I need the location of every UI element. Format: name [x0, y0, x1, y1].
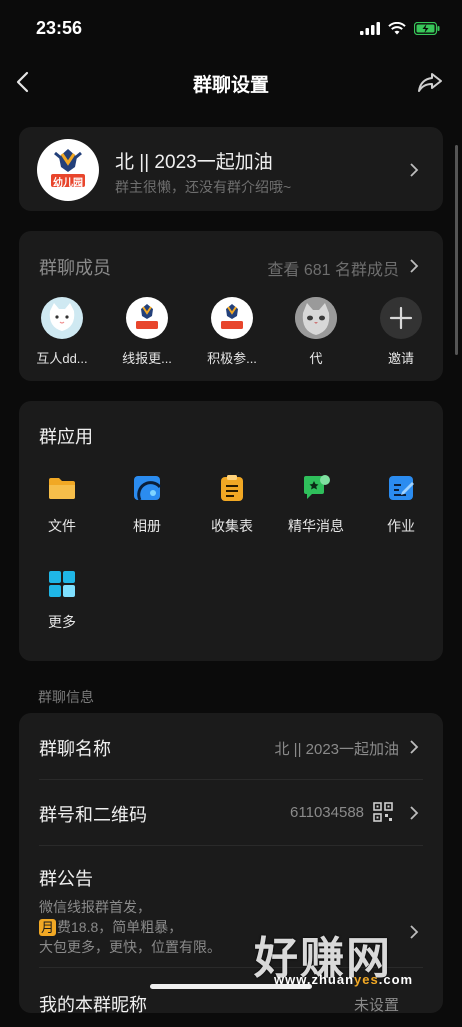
qr-code-icon: [373, 802, 393, 822]
member-name: 积极参...: [207, 351, 257, 366]
app-homework[interactable]: 作业: [361, 473, 441, 536]
app-label: 作业: [387, 518, 415, 534]
notice-line: 月费18.8，简单粗暴，: [39, 917, 221, 937]
group-name-label: 群聊名称: [39, 739, 111, 759]
group-number-label: 群号和二维码: [39, 805, 147, 825]
chevron-right-icon: [410, 163, 419, 177]
wifi-icon: [388, 22, 406, 35]
group-number-value: 611034588: [290, 804, 364, 821]
home-indicator[interactable]: [150, 984, 312, 989]
page-title: 群聊设置: [192, 75, 269, 96]
member-avatar: [211, 297, 253, 339]
member-avatar: [126, 297, 168, 339]
my-nickname-label: 我的本群昵称: [39, 995, 147, 1015]
member-name: 互人dd...: [36, 351, 88, 366]
app-label: 精华消息: [288, 518, 344, 534]
member-item[interactable]: 线报更...: [107, 297, 187, 367]
notice-line-text: 费18.8，简单粗暴，: [57, 919, 183, 935]
notice-line: 大包更多，更快，位置有限。: [39, 939, 221, 955]
app-collection-form[interactable]: 收集表: [192, 473, 272, 536]
group-avatar: 幼儿园: [37, 139, 99, 201]
cat-photo-icon: [295, 297, 337, 339]
member-item[interactable]: 互人dd...: [22, 297, 102, 367]
clipboard-icon: [221, 475, 243, 501]
apps-title: 群应用: [39, 427, 93, 447]
app-label: 更多: [48, 614, 76, 630]
kindergarten-logo-icon: [136, 304, 158, 329]
group-notice-label: 群公告: [39, 869, 93, 889]
navigation-bar: 群聊设置: [0, 60, 462, 106]
chevron-right-icon: [410, 806, 419, 820]
app-label: 相册: [133, 518, 161, 534]
app-album[interactable]: 相册: [107, 473, 187, 536]
member-item[interactable]: 代: [276, 297, 356, 367]
more-grid-icon: [49, 571, 75, 597]
invite-label: 邀请: [387, 351, 414, 366]
app-label: 文件: [48, 518, 76, 534]
member-avatar: [41, 297, 83, 339]
group-profile-card[interactable]: 幼儿园 北 || 2023一起加油 群主很懒，还没有群介绍哦~: [19, 127, 443, 211]
app-label: 收集表: [211, 518, 253, 534]
folder-icon: [49, 478, 75, 499]
share-icon[interactable]: [416, 68, 444, 96]
highlight-message-icon: [304, 475, 330, 499]
group-number-row[interactable]: 群号和二维码 611034588: [19, 779, 443, 845]
my-nickname-value: 未设置: [353, 997, 399, 1014]
group-apps-card: 群应用 文件 相册 收集表 精华消息 作业 更多: [19, 401, 443, 661]
members-card: 群聊成员 查看 681 名群成员 互人dd... 线报更... 积极参... 代…: [19, 231, 443, 381]
view-members-link[interactable]: 查看 681 名群成员: [267, 256, 399, 280]
homework-icon: [389, 476, 414, 500]
app-highlight-messages[interactable]: 精华消息: [276, 473, 356, 536]
group-name-value: 北 || 2023一起加油: [274, 741, 400, 758]
kindergarten-logo-icon: [221, 304, 243, 329]
logo-text: 幼儿园: [53, 178, 83, 189]
cat-avatar-icon: [49, 303, 75, 331]
cellular-signal-icon: [360, 22, 380, 35]
member-name: 线报更...: [122, 351, 172, 366]
group-name: 北 || 2023一起加油: [115, 152, 273, 173]
add-icon: [380, 297, 422, 339]
group-name-row[interactable]: 群聊名称 北 || 2023一起加油: [19, 713, 443, 779]
group-description: 群主很懒，还没有群介绍哦~: [115, 179, 292, 195]
status-bar: 23:56: [0, 0, 462, 60]
scrollbar[interactable]: [455, 145, 458, 355]
member-name: 代: [309, 351, 323, 366]
notice-line: 微信线报群首发，: [39, 899, 151, 915]
album-icon: [134, 476, 162, 501]
invite-member-button[interactable]: 邀请: [361, 297, 441, 367]
app-more[interactable]: 更多: [22, 569, 102, 632]
member-avatar: [295, 297, 337, 339]
section-label-group-info: 群聊信息: [38, 689, 94, 705]
group-notice-text: 微信线报群首发， 月费18.8，简单粗暴， 大包更多，更快，位置有限。: [39, 897, 221, 957]
status-time: 23:56: [36, 18, 83, 38]
watermark: 好赚网 www.zhuanyes.com: [254, 922, 454, 992]
chevron-right-icon: [410, 740, 419, 754]
moon-emoji: 月: [39, 919, 57, 936]
member-item[interactable]: 积极参...: [192, 297, 272, 367]
kindergarten-logo-icon: [51, 149, 85, 187]
members-title: 群聊成员: [39, 258, 111, 278]
chevron-right-icon[interactable]: [409, 259, 419, 273]
status-icons: [360, 22, 440, 35]
battery-charging-icon: [414, 22, 440, 35]
app-file[interactable]: 文件: [22, 473, 102, 536]
